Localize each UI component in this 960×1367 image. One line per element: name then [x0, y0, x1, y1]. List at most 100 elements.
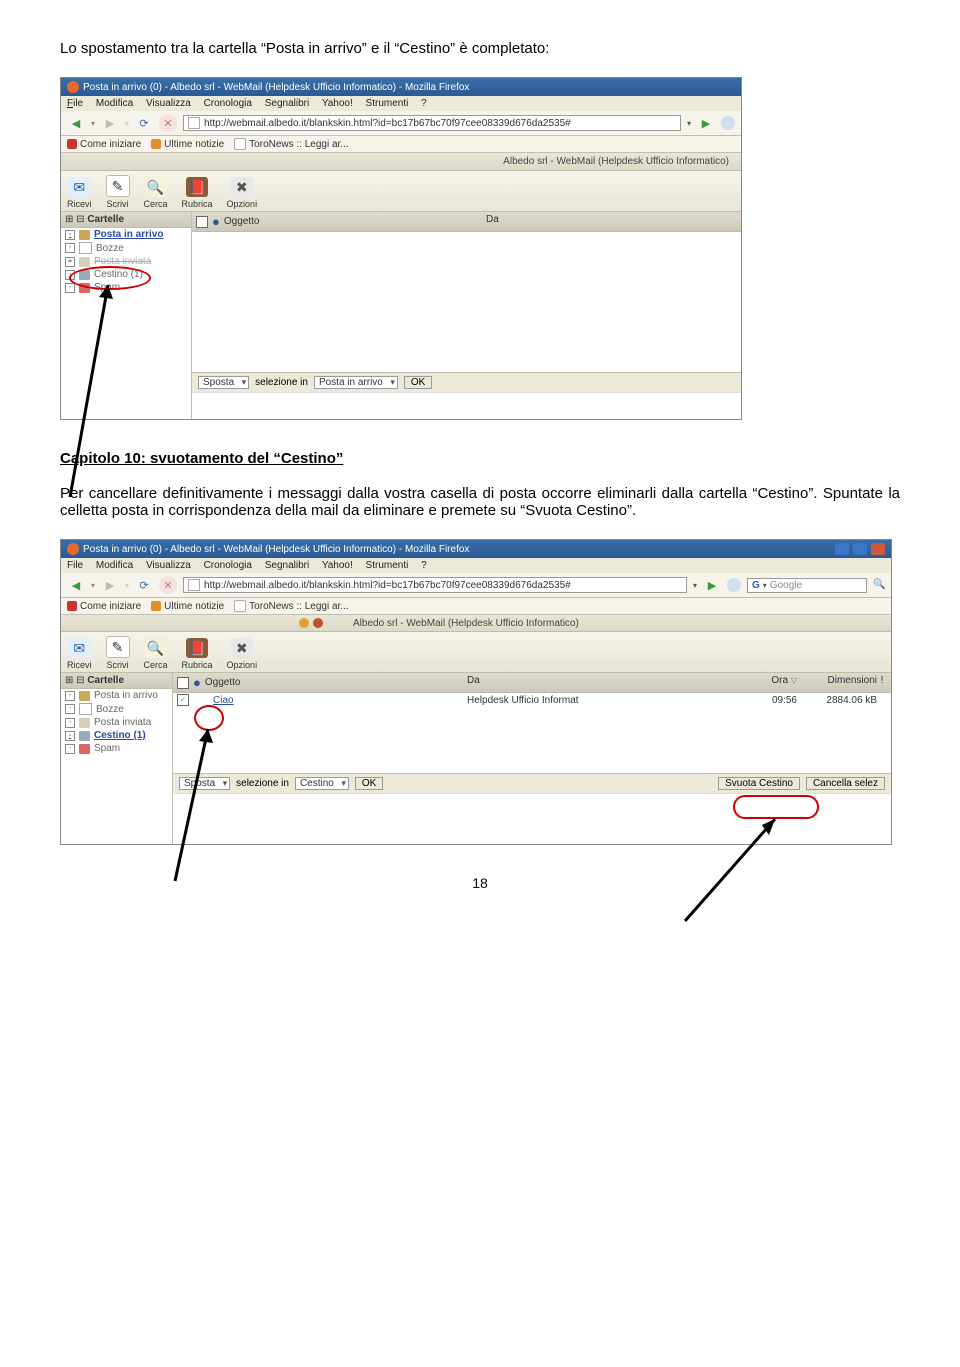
folder-trash[interactable]: -Cestino (1) [61, 268, 191, 281]
sidebar: ⊞ ⊟ Cartelle -Posta in arrivo -Bozze +Po… [61, 212, 192, 419]
menu-strumenti[interactable]: Strumenti [366, 560, 409, 571]
message-time: 09:56 [677, 695, 797, 706]
reload-button[interactable]: ⟳ [135, 576, 153, 594]
expand-icon[interactable]: - [65, 744, 75, 754]
bookmark-start[interactable]: Come iniziare [67, 601, 141, 612]
message-checkbox[interactable]: ✓ [177, 694, 189, 706]
search-go-icon[interactable]: 🔍 [873, 579, 885, 591]
action-select[interactable]: Sposta [198, 376, 249, 389]
dest-select[interactable]: Cestino [295, 777, 349, 790]
bookmark-toro[interactable]: ToroNews :: Leggi ar... [234, 600, 349, 612]
ok-button[interactable]: OK [355, 777, 383, 790]
expand-icon[interactable]: - [65, 243, 75, 253]
tool-scrivi[interactable]: ✎Scrivi [106, 175, 130, 209]
stop-button[interactable]: ✕ [159, 114, 177, 132]
menu-file[interactable]: File [67, 560, 83, 571]
menu-modifica[interactable]: Modifica [96, 98, 133, 109]
menu-strumenti[interactable]: Strumenti [366, 98, 409, 109]
action-select[interactable]: Sposta [179, 777, 230, 790]
expand-icon[interactable]: - [65, 691, 75, 701]
menu-visualizza[interactable]: Visualizza [146, 560, 191, 571]
back-button[interactable]: ◀ [67, 576, 85, 594]
empty-trash-button[interactable]: Svuota Cestino [718, 777, 800, 790]
url-dropdown-icon[interactable]: ▾ [693, 581, 697, 590]
menu-cronologia[interactable]: Cronologia [204, 98, 252, 109]
menubar: FFileile Modifica Visualizza Cronologia … [61, 96, 741, 111]
col-subject-label[interactable]: Oggetto [205, 677, 241, 688]
folder-inbox[interactable]: -Posta in arrivo [61, 228, 191, 241]
back-button[interactable]: ◀ [67, 114, 85, 132]
expand-icon[interactable]: + [65, 257, 75, 267]
tool-rubrica[interactable]: 📕Rubrica [182, 177, 213, 209]
select-all-checkbox[interactable] [177, 677, 189, 689]
menu-segnalibri[interactable]: Segnalibri [265, 98, 309, 109]
menu-cronologia[interactable]: Cronologia [204, 560, 252, 571]
folder-sent[interactable]: -Posta inviata [61, 716, 172, 729]
menu-visualizza[interactable]: Visualizza [146, 98, 191, 109]
col-flag[interactable]: ! [877, 675, 887, 690]
window-title: Posta in arrivo (0) - Albedo srl - WebMa… [83, 544, 469, 555]
ok-button[interactable]: OK [404, 376, 432, 389]
bookmark-start[interactable]: Come iniziare [67, 139, 141, 150]
help-icon[interactable] [299, 618, 309, 628]
col-time-label[interactable]: Ora ▽ [677, 675, 797, 690]
maximize-button[interactable] [853, 543, 867, 555]
folder-spam[interactable]: -Spam [61, 742, 172, 755]
back-dropdown-icon[interactable]: ▾ [91, 581, 95, 590]
url-bar[interactable]: http://webmail.albedo.it/blankskin.html?… [183, 115, 681, 131]
menu-yahoo[interactable]: Yahoo! [322, 560, 353, 571]
folder-sent[interactable]: +Posta inviata [61, 255, 191, 268]
expand-icon[interactable]: - [65, 704, 75, 714]
stop-button[interactable]: ✕ [159, 576, 177, 594]
col-from-label[interactable]: Da [486, 214, 696, 229]
folder-inbox[interactable]: -Posta in arrivo [61, 689, 172, 702]
go-button[interactable]: ▶ [703, 576, 721, 594]
menu-help[interactable]: ? [421, 98, 427, 109]
bookmark-news[interactable]: Ultime notizie [151, 601, 224, 612]
folder-drafts[interactable]: -Bozze [61, 702, 172, 716]
col-subject-label[interactable]: Oggetto [224, 216, 260, 227]
dest-select[interactable]: Posta in arrivo [314, 376, 398, 389]
inbox-icon [79, 691, 90, 701]
message-row[interactable]: ✓ Ciao Helpdesk Ufficio Informat 09:56 2… [173, 693, 891, 707]
bookmark-toro[interactable]: ToroNews :: Leggi ar... [234, 138, 349, 150]
tool-rubrica[interactable]: 📕Rubrica [182, 638, 213, 670]
expand-icon[interactable]: - [65, 731, 75, 741]
menu-modifica[interactable]: Modifica [96, 560, 133, 571]
logout-icon[interactable] [313, 618, 323, 628]
tool-ricevi[interactable]: ✉Ricevi [67, 638, 92, 670]
minimize-button[interactable] [835, 543, 849, 555]
close-button[interactable] [871, 543, 885, 555]
expand-icon[interactable]: - [65, 283, 75, 293]
url-dropdown-icon[interactable]: ▾ [687, 119, 691, 128]
select-all-checkbox[interactable] [196, 216, 208, 228]
tool-opzioni[interactable]: ✖Opzioni [227, 638, 258, 670]
tool-ricevi[interactable]: ✉Ricevi [67, 177, 92, 209]
tool-cerca[interactable]: 🔍Cerca [144, 177, 168, 209]
bookmark-news[interactable]: Ultime notizie [151, 139, 224, 150]
folder-drafts[interactable]: -Bozze [61, 241, 191, 255]
go-button[interactable]: ▶ [697, 114, 715, 132]
folder-spam[interactable]: -Spam [61, 281, 191, 294]
tool-scrivi[interactable]: ✎Scrivi [106, 636, 130, 670]
col-size-label[interactable]: Dimensioni [797, 675, 877, 690]
menu-help[interactable]: ? [421, 560, 427, 571]
expand-icon[interactable]: - [65, 718, 75, 728]
fwd-dropdown-icon: ▾ [125, 119, 129, 128]
menu-file[interactable]: FFileile [67, 98, 83, 109]
expand-icon[interactable]: - [65, 270, 75, 280]
bug-icon [67, 601, 77, 611]
tool-opzioni[interactable]: ✖Opzioni [227, 177, 258, 209]
url-bar[interactable]: http://webmail.albedo.it/blankskin.html?… [183, 577, 687, 593]
reload-button[interactable]: ⟳ [135, 114, 153, 132]
tool-cerca[interactable]: 🔍Cerca [144, 638, 168, 670]
folder-trash[interactable]: -Cestino (1) [61, 729, 172, 742]
back-dropdown-icon[interactable]: ▾ [91, 119, 95, 128]
search-box[interactable]: G▾ Google [747, 578, 867, 593]
menu-segnalibri[interactable]: Segnalibri [265, 560, 309, 571]
delete-selection-button[interactable]: Cancella selez [806, 777, 885, 790]
screenshot-2-wrap: Posta in arrivo (0) - Albedo srl - WebMa… [60, 539, 900, 845]
menu-yahoo[interactable]: Yahoo! [322, 98, 353, 109]
expand-icon[interactable]: - [65, 230, 75, 240]
col-from-label[interactable]: Da [467, 675, 677, 690]
